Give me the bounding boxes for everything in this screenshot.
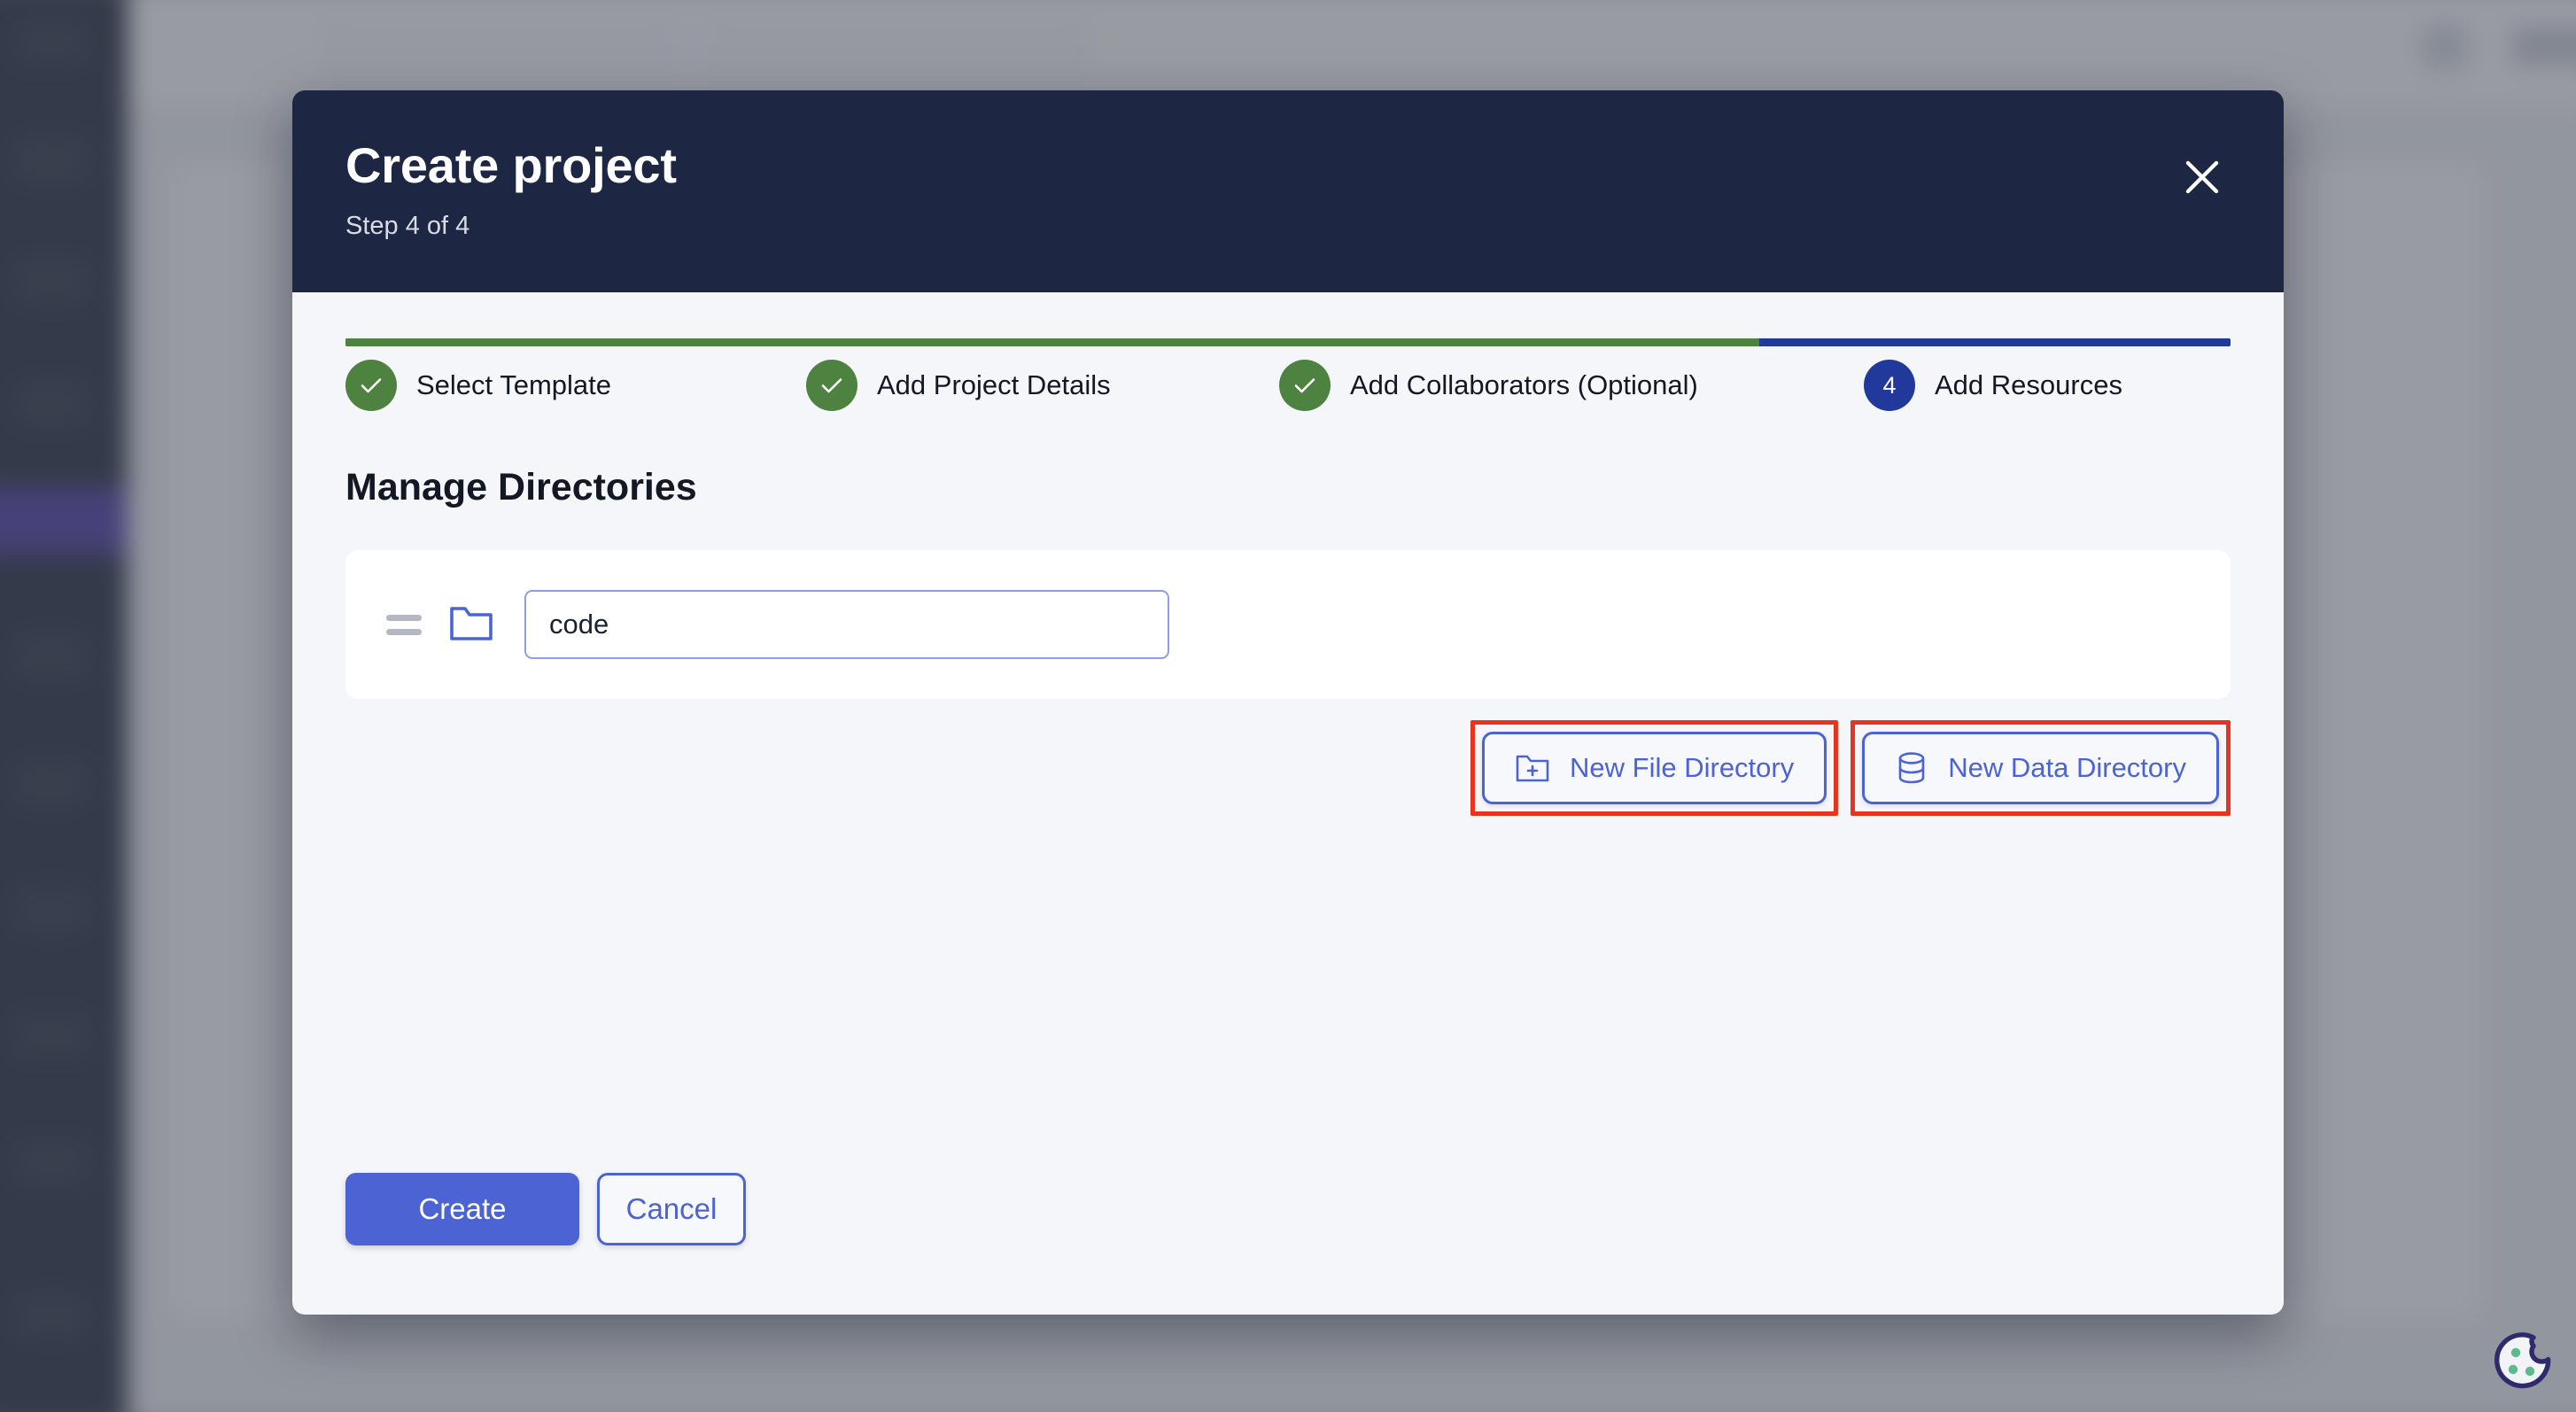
stepper-step-add-project-details[interactable]: Add Project Details (806, 360, 1279, 411)
folder-icon (448, 601, 494, 648)
modal-body: Select Template Add Project Details Add … (292, 292, 2284, 1315)
stepper-steps: Select Template Add Project Details Add … (345, 338, 2231, 411)
annotation-box-new-data-directory: New Data Directory (1851, 720, 2231, 816)
new-file-directory-label: New File Directory (1570, 752, 1795, 783)
progress-fill (345, 338, 1759, 346)
step-status-check-icon (1279, 360, 1331, 411)
create-project-modal: Create project Step 4 of 4 Select Templa… (292, 90, 2284, 1315)
create-button[interactable]: Create (345, 1173, 579, 1245)
stepper-step-label: Add Resources (1935, 369, 2122, 400)
directory-name-input[interactable] (524, 590, 1169, 659)
directory-row (345, 550, 2231, 699)
stepper: Select Template Add Project Details Add … (345, 338, 2231, 411)
drag-handle-bar (386, 614, 422, 621)
annotation-box-new-file-directory: New File Directory (1470, 720, 1839, 816)
stepper-step-label: Add Collaborators (Optional) (1350, 369, 1698, 400)
section-title: Manage Directories (345, 466, 697, 508)
cookie-icon (2487, 1327, 2557, 1396)
database-icon (1895, 750, 1928, 786)
drag-handle-icon[interactable] (386, 605, 425, 644)
modal-footer: Create Cancel (345, 1173, 2231, 1315)
modal-step-indicator: Step 4 of 4 (345, 211, 470, 240)
close-icon (2181, 156, 2223, 198)
stepper-step-add-collaborators[interactable]: Add Collaborators (Optional) (1279, 360, 1864, 411)
stepper-step-label: Select Template (416, 369, 611, 400)
new-file-directory-button[interactable]: New File Directory (1482, 732, 1827, 804)
step-status-check-icon (806, 360, 857, 411)
close-button[interactable] (2169, 144, 2236, 211)
new-data-directory-button[interactable]: New Data Directory (1862, 732, 2219, 804)
step-number: 4 (1882, 371, 1897, 399)
new-data-directory-label: New Data Directory (1948, 752, 2186, 783)
modal-header: Create project Step 4 of 4 (292, 90, 2284, 292)
drag-handle-bar (386, 628, 422, 635)
cookie-consent-button[interactable] (2487, 1327, 2557, 1396)
step-number-badge: 4 (1864, 360, 1915, 411)
progress-track (345, 338, 2231, 346)
modal-title: Create project (345, 137, 677, 193)
step-status-check-icon (345, 360, 397, 411)
stepper-step-select-template[interactable]: Select Template (345, 360, 806, 411)
cancel-button[interactable]: Cancel (597, 1173, 746, 1245)
stepper-step-add-resources[interactable]: 4 Add Resources (1864, 360, 2122, 411)
add-directory-button-row: New File Directory New Data Directory (345, 720, 2231, 816)
folder-plus-icon (1515, 752, 1550, 784)
stepper-step-label: Add Project Details (877, 369, 1111, 400)
